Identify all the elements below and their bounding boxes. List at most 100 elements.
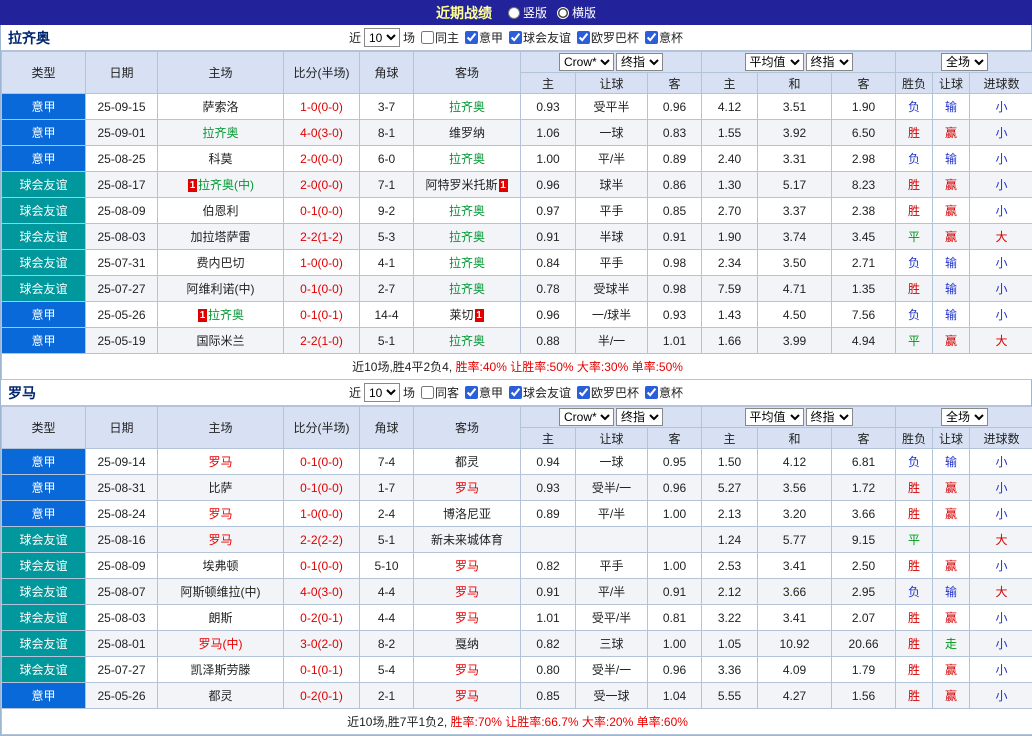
corner-count: 6-0 [360, 146, 414, 172]
avg-odds-value: 3.20 [758, 501, 832, 527]
league-label: 欧罗巴杯 [591, 384, 639, 401]
avg-odds-value: 2.50 [832, 553, 896, 579]
score: 0-1(0-0) [284, 553, 360, 579]
result-value: 小 [970, 475, 1032, 501]
odds-value: 1.00 [648, 501, 702, 527]
match-date: 25-07-31 [86, 250, 158, 276]
odds-value: 半/一 [576, 328, 648, 354]
checkbox-icon[interactable] [421, 31, 434, 44]
same-venue-checkbox[interactable]: 同主 [421, 29, 459, 46]
avg-odds-value: 1.90 [702, 224, 758, 250]
match-date: 25-09-14 [86, 449, 158, 475]
team-name: 拉齐奥 [449, 204, 485, 218]
team-name: 科莫 [208, 152, 232, 166]
away-team-cell: 拉齐奥 [414, 146, 521, 172]
league-checkbox[interactable]: 意甲 [465, 384, 503, 401]
league-label: 球会友谊 [523, 384, 571, 401]
odds-value: 一/球半 [576, 302, 648, 328]
corner-count: 2-1 [360, 683, 414, 709]
subcolumn-header: 客 [648, 428, 702, 449]
score: 0-1(0-1) [284, 657, 360, 683]
scope-select[interactable]: 全场 [941, 53, 988, 71]
vertical-radio-label: 竖版 [523, 4, 547, 21]
corner-count: 5-10 [360, 553, 414, 579]
odds-value: 0.89 [648, 146, 702, 172]
avg-odds-value: 2.71 [832, 250, 896, 276]
match-row: 球会友谊25-08-171拉齐奥(中)2-0(0-0)7-1阿特罗米托斯10.9… [2, 172, 1032, 198]
checkbox-icon[interactable] [465, 31, 478, 44]
odds-value: 三球 [576, 631, 648, 657]
team-sections-container: 拉齐奥近10场同主意甲球会友谊欧罗巴杯意杯类型日期主场比分(半场)角球客场Cro… [0, 25, 1032, 736]
team-name: 罗马(中) [199, 637, 243, 651]
odds-time-select[interactable]: 终指 [616, 408, 663, 426]
checkbox-icon[interactable] [645, 31, 658, 44]
league-checkbox[interactable]: 意甲 [465, 29, 503, 46]
odds-group-header: Crow*终指 [521, 52, 702, 73]
vertical-radio-icon[interactable] [508, 7, 520, 19]
team-name: 罗马 [208, 533, 232, 547]
score: 2-2(1-2) [284, 224, 360, 250]
result-value: 胜 [896, 605, 933, 631]
result-value: 负 [896, 94, 933, 120]
team-title: 罗马 [8, 380, 36, 406]
league-checkbox[interactable]: 意杯 [645, 29, 683, 46]
league-checkbox[interactable]: 球会友谊 [509, 384, 571, 401]
avg-time-select[interactable]: 终指 [806, 408, 853, 426]
bookmaker-select[interactable]: Crow* [559, 408, 614, 426]
league-checkbox[interactable]: 球会友谊 [509, 29, 571, 46]
layout-radio-vertical[interactable]: 竖版 [508, 4, 547, 21]
league-checkbox[interactable]: 欧罗巴杯 [577, 384, 639, 401]
odds-value: 0.96 [648, 475, 702, 501]
odds-value: 0.83 [648, 120, 702, 146]
avg-odds-value: 2.38 [832, 198, 896, 224]
checkbox-icon[interactable] [421, 386, 434, 399]
avg-odds-value: 8.23 [832, 172, 896, 198]
checkbox-icon[interactable] [509, 31, 522, 44]
column-header: 比分(半场) [284, 52, 360, 94]
same-venue-checkbox[interactable]: 同客 [421, 384, 459, 401]
avg-time-select[interactable]: 终指 [806, 53, 853, 71]
league-label: 球会友谊 [523, 29, 571, 46]
match-row: 球会友谊25-08-16罗马2-2(2-2)5-1新未来城体育1.245.779… [2, 527, 1032, 553]
odds-value: 0.85 [521, 683, 576, 709]
checkbox-icon[interactable] [577, 386, 590, 399]
checkbox-icon[interactable] [645, 386, 658, 399]
odds-value: 0.84 [521, 250, 576, 276]
bookmaker-select[interactable]: Crow* [559, 53, 614, 71]
horizontal-radio-icon[interactable] [557, 7, 569, 19]
result-value: 大 [970, 224, 1032, 250]
avg-odds-value: 3.99 [758, 328, 832, 354]
odds-value: 平/半 [576, 146, 648, 172]
layout-radio-horizontal[interactable]: 横版 [557, 4, 596, 21]
scope-select[interactable]: 全场 [941, 408, 988, 426]
checkbox-icon[interactable] [509, 386, 522, 399]
result-value: 小 [970, 198, 1032, 224]
subcolumn-header: 让球 [933, 73, 970, 94]
match-count-select[interactable]: 10 [364, 383, 400, 402]
average-select[interactable]: 平均值 [745, 408, 804, 426]
odds-value: 0.94 [521, 449, 576, 475]
odds-value: 受半/一 [576, 657, 648, 683]
match-date: 25-08-09 [86, 198, 158, 224]
result-value: 平 [896, 224, 933, 250]
avg-odds-value: 1.72 [832, 475, 896, 501]
near-label: 近 [349, 29, 361, 46]
result-value: 小 [970, 553, 1032, 579]
avg-odds-value: 5.55 [702, 683, 758, 709]
odds-value: 0.80 [521, 657, 576, 683]
league-checkbox[interactable]: 欧罗巴杯 [577, 29, 639, 46]
odds-time-select[interactable]: 终指 [616, 53, 663, 71]
summary-rates: 胜率:70% 让胜率:66.7% 大率:20% 单率:60% [451, 715, 688, 729]
away-team-cell: 罗马 [414, 579, 521, 605]
away-team-cell: 阿特罗米托斯1 [414, 172, 521, 198]
odds-value: 0.78 [521, 276, 576, 302]
league-checkbox[interactable]: 意杯 [645, 384, 683, 401]
checkbox-icon[interactable] [577, 31, 590, 44]
average-select[interactable]: 平均值 [745, 53, 804, 71]
checkbox-icon[interactable] [465, 386, 478, 399]
match-date: 25-05-19 [86, 328, 158, 354]
home-team-cell: 凯泽斯劳滕 [158, 657, 284, 683]
away-team-cell: 都灵 [414, 449, 521, 475]
away-team-cell: 博洛尼亚 [414, 501, 521, 527]
match-count-select[interactable]: 10 [364, 28, 400, 47]
